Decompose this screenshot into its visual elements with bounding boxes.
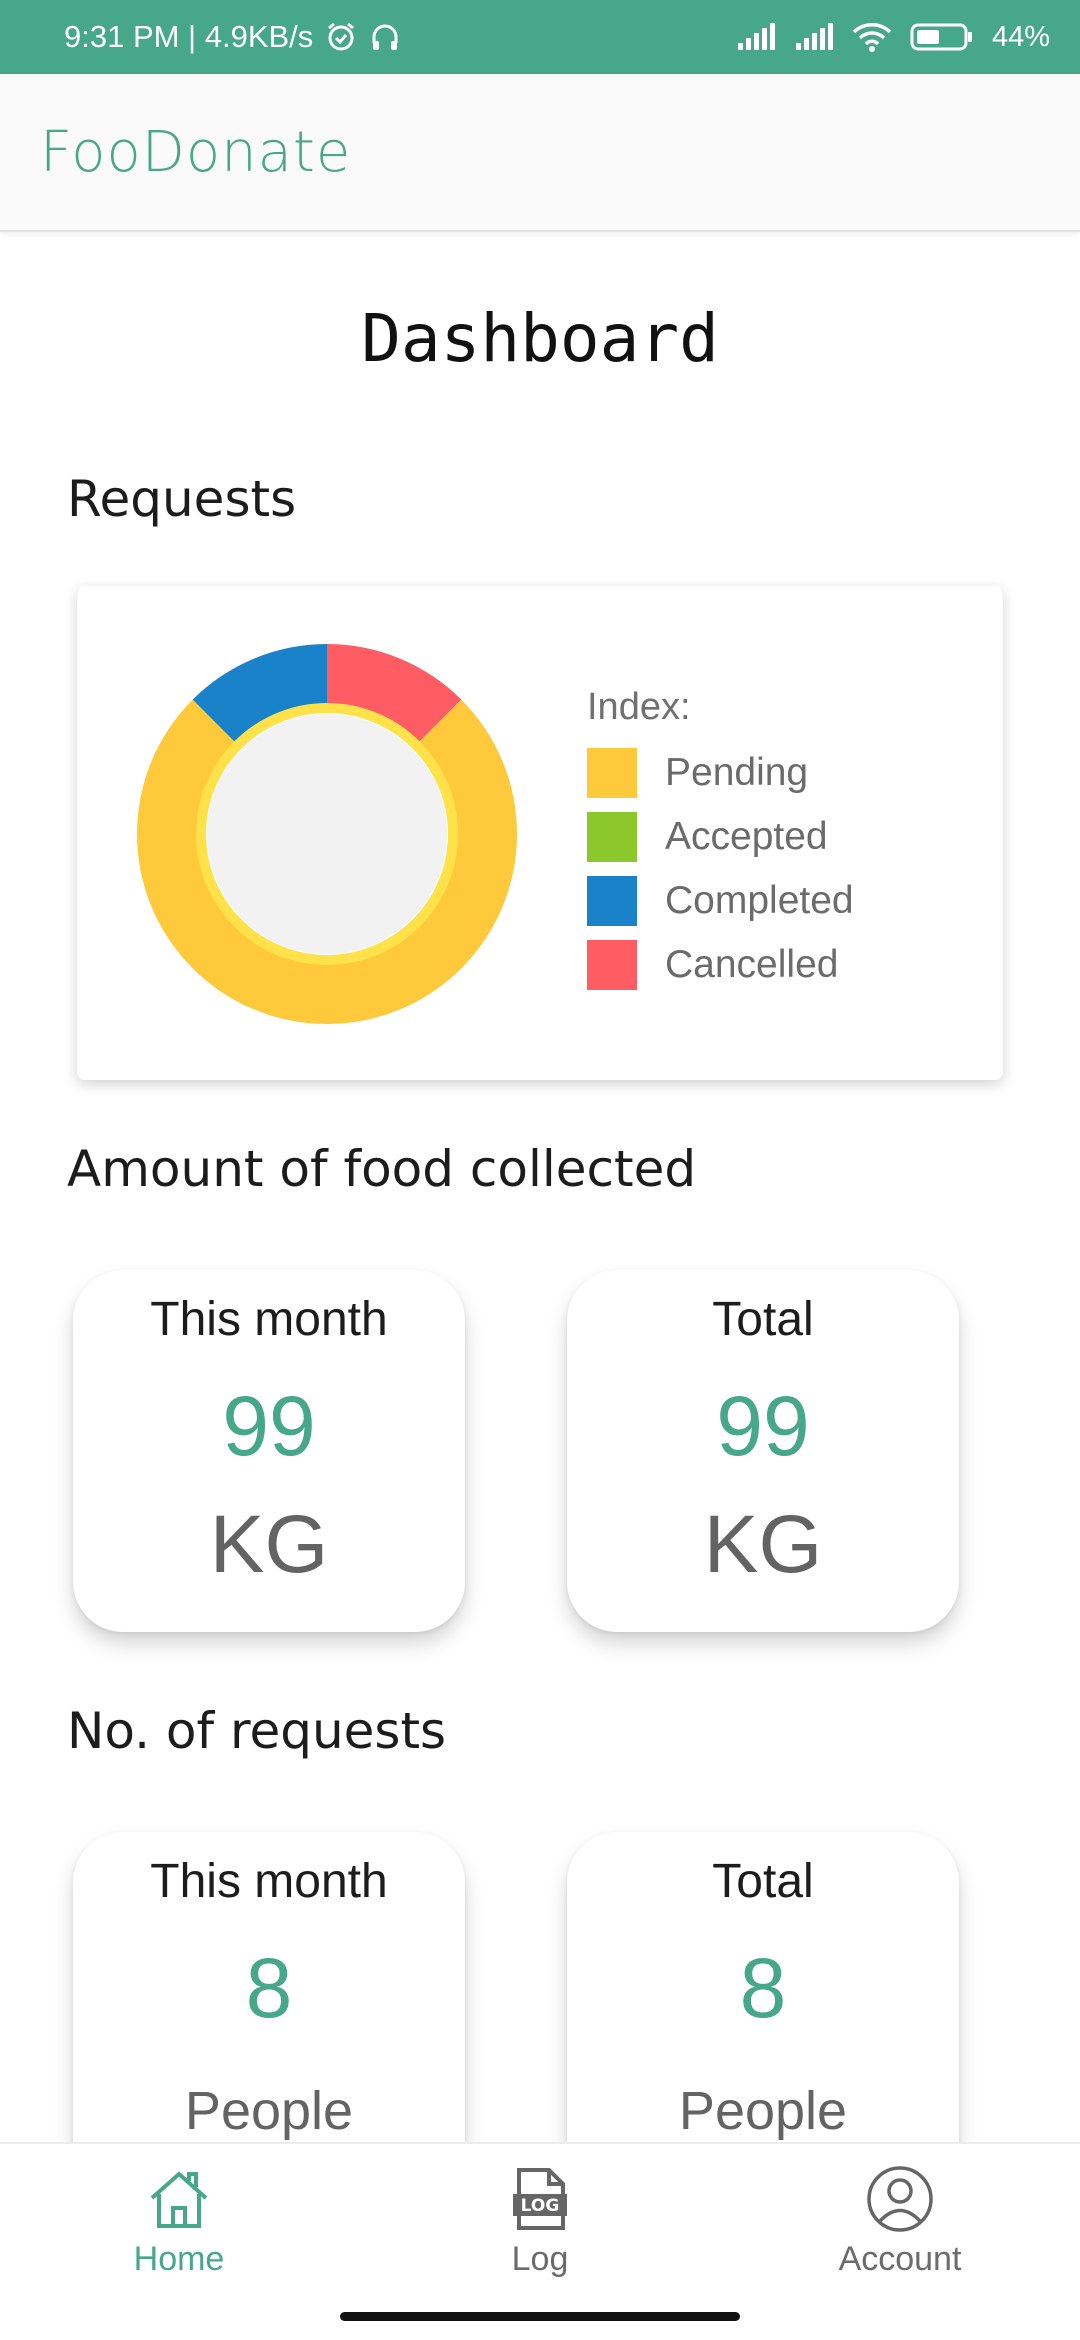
nav-item-account[interactable]: Account — [790, 2164, 1010, 2279]
status-right: 44% — [736, 21, 1050, 54]
legend-swatch — [587, 812, 637, 862]
alarm-icon — [325, 21, 357, 53]
stat-label: Total — [712, 1855, 814, 1908]
chart-legend: Index: Pending Accepted Completed Cancelled — [587, 686, 854, 997]
stat-label: Total — [712, 1293, 814, 1346]
wifi-icon — [852, 22, 892, 52]
donut-chart — [137, 644, 517, 1024]
legend-item-pending: Pending — [587, 741, 854, 805]
page-title: Dashboard — [361, 300, 719, 377]
app-title: FooDonate — [40, 119, 352, 185]
section-title-food: Amount of food collected — [67, 1140, 697, 1198]
battery-icon — [910, 22, 974, 52]
log-icon: LOG — [513, 2168, 567, 2230]
legend-label: Cancelled — [665, 943, 839, 986]
bottom-nav: Home LOG Log Account — [0, 2142, 1080, 2340]
requests-total-card: Total 8 People — [567, 1832, 959, 2194]
nav-item-home[interactable]: Home — [69, 2164, 289, 2279]
stat-unit: KG — [209, 1499, 329, 1590]
stat-value: 8 — [739, 1941, 787, 2035]
requests-this-month-card: This month 8 People — [73, 1832, 465, 2194]
svg-text:LOG: LOG — [521, 2196, 560, 2216]
nav-label-home: Home — [133, 2240, 225, 2278]
stat-unit: People — [184, 2081, 354, 2141]
signal-icon — [794, 23, 834, 51]
nav-item-log[interactable]: LOG Log — [430, 2164, 650, 2279]
nav-label-account: Account — [838, 2240, 962, 2278]
legend-swatch — [587, 748, 637, 798]
stat-value: 99 — [222, 1379, 316, 1473]
status-left: 9:31 PM | 4.9KB/s — [64, 19, 401, 55]
screen: 9:31 PM | 4.9KB/s 44% FooDonate Dashboar… — [0, 0, 1080, 2340]
legend-label: Accepted — [665, 815, 828, 858]
stat-unit: People — [678, 2081, 848, 2141]
legend-label: Completed — [665, 879, 854, 922]
food-total-card: Total 99 KG — [567, 1270, 959, 1632]
stat-label: This month — [150, 1855, 388, 1908]
stat-label: This month — [150, 1293, 388, 1346]
section-title-num-requests: No. of requests — [67, 1702, 447, 1760]
home-indicator-bar — [340, 2312, 740, 2321]
legend-item-completed: Completed — [587, 869, 854, 933]
donut-hole — [207, 714, 447, 954]
food-this-month-card: This month 99 KG — [73, 1270, 465, 1632]
legend-title: Index: — [587, 686, 691, 728]
requests-chart-card: Index: Pending Accepted Completed Cancelled — [77, 586, 1003, 1080]
legend-item-cancelled: Cancelled — [587, 933, 854, 997]
legend-swatch — [587, 940, 637, 990]
legend-label: Pending — [665, 751, 809, 794]
headset-icon — [369, 21, 401, 53]
legend-swatch — [587, 876, 637, 926]
legend-item-accepted: Accepted — [587, 805, 854, 869]
status-bar: 9:31 PM | 4.9KB/s 44% — [0, 0, 1080, 74]
signal-icon — [736, 23, 776, 51]
home-icon — [150, 2171, 208, 2228]
stat-unit: KG — [703, 1499, 823, 1590]
account-icon — [867, 2166, 933, 2232]
status-time-speed: 9:31 PM | 4.9KB/s — [64, 19, 314, 54]
nav-label-log: Log — [511, 2240, 569, 2278]
app-bar: FooDonate — [0, 74, 1080, 232]
stat-value: 99 — [716, 1379, 810, 1473]
section-title-requests: Requests — [67, 470, 297, 528]
battery-percent: 44% — [991, 20, 1050, 53]
stat-value: 8 — [245, 1941, 293, 2035]
